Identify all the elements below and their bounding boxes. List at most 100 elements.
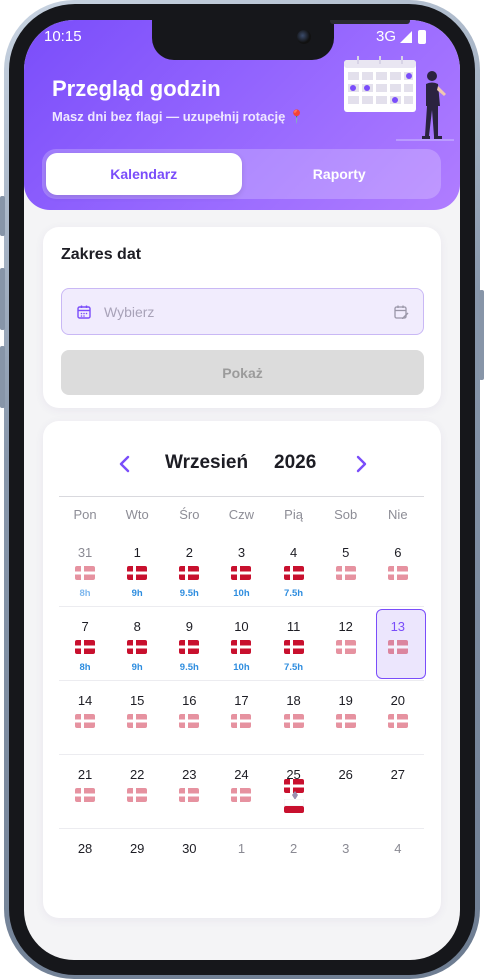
day-hours: 7.5h xyxy=(284,662,304,673)
calendar-day-cell[interactable]: 4 xyxy=(372,829,424,903)
calendar-day-cell[interactable]: 4 7.5h xyxy=(268,533,320,607)
calendar-day-cell[interactable]: 3 xyxy=(320,829,372,903)
calendar-day-cell[interactable]: 13 xyxy=(372,607,426,681)
power-button xyxy=(479,290,484,380)
calendar-week-row: 7 8h 8 9h 9 9.5h 10 10h 11 7.5h 12 13 xyxy=(59,607,426,681)
denmark-flag-icon xyxy=(283,640,304,654)
calendar-day-cell[interactable]: 28 xyxy=(59,829,111,903)
month-navigation: Wrzesień 2026 xyxy=(43,449,441,479)
page-subtitle: Masz dni bez flagi — uzupełnij rotację 📍 xyxy=(52,109,306,124)
calendar-day-cell[interactable]: 25 xyxy=(268,755,320,829)
weekday-header: Pon Wto Śro Czw Pią Sob Nie xyxy=(59,507,424,525)
denmark-flag-icon xyxy=(75,788,95,802)
calendar-day-cell[interactable]: 8 9h xyxy=(111,607,163,681)
denmark-flag-icon xyxy=(179,640,200,654)
weekday-label: Śro xyxy=(179,507,200,522)
day-number: 4 xyxy=(394,841,402,856)
calendar-day-cell[interactable]: 14 xyxy=(59,681,111,755)
day-number: 23 xyxy=(182,767,197,782)
calendar-day-cell[interactable]: 5 xyxy=(320,533,372,607)
calendar-day-cell[interactable]: 11 7.5h xyxy=(268,607,320,681)
calendar-day-cell[interactable]: 27 xyxy=(372,755,424,829)
day-number: 26 xyxy=(338,767,353,782)
calendar-day-cell[interactable]: 6 xyxy=(372,533,424,607)
calendar-week-row: 31 8h 1 9h 2 9.5h 3 10h 4 7.5h 5 6 xyxy=(59,533,424,607)
day-number: 8 xyxy=(133,619,141,634)
calendar-day-cell[interactable]: 21 xyxy=(59,755,111,829)
day-number: 5 xyxy=(342,545,350,560)
day-number: 2 xyxy=(289,841,298,856)
calendar-day-cell[interactable]: 16 xyxy=(163,681,215,755)
calendar-day-cell[interactable]: 31 8h xyxy=(59,533,111,607)
calendar-day-cell[interactable]: 22 xyxy=(111,755,163,829)
calendar-day-cell[interactable]: 23 xyxy=(163,755,215,829)
denmark-flag-icon xyxy=(127,640,148,654)
day-number: 28 xyxy=(77,841,93,856)
date-range-placeholder: Wybierz xyxy=(104,304,155,320)
signal-icon xyxy=(400,30,412,43)
calendar-day-cell[interactable]: 9 9.5h xyxy=(163,607,215,681)
day-number: 14 xyxy=(77,693,93,708)
calendar-week-row: 14 15 16 17 18 19 20 xyxy=(59,681,424,755)
calendar-week-row: 28 29 30 1 2 3 4 xyxy=(59,829,424,903)
calendar-week-row: 21 22 23 24 25 26 27 xyxy=(59,755,424,829)
calendar-day-cell[interactable]: 1 xyxy=(215,829,267,903)
calendar-day-cell[interactable]: 30 xyxy=(163,829,215,903)
status-indicators: 3G xyxy=(376,28,426,45)
day-hours: 9h xyxy=(131,588,143,599)
calendar-day-cell[interactable]: 2 xyxy=(268,829,320,903)
calendar-day-cell[interactable]: 19 xyxy=(320,681,372,755)
denmark-flag-icon xyxy=(335,566,356,580)
day-number: 22 xyxy=(129,767,145,782)
calendar-icon xyxy=(77,305,91,319)
calendar-day-cell[interactable]: 26 xyxy=(320,755,372,829)
day-number: 10 xyxy=(234,619,249,634)
calendar-day-cell[interactable]: 15 xyxy=(111,681,163,755)
day-number: 4 xyxy=(289,545,298,560)
day-number: 15 xyxy=(129,693,145,708)
network-label: 3G xyxy=(375,28,396,45)
calendar-day-cell[interactable]: 12 xyxy=(320,607,372,681)
calendar-day-cell[interactable]: 17 xyxy=(215,681,267,755)
date-range-field[interactable]: Wybierz xyxy=(61,288,424,335)
show-button[interactable]: Pokaż xyxy=(61,350,424,395)
calendar-day-cell[interactable]: 10 10h xyxy=(215,607,267,681)
denmark-flag-icon xyxy=(283,714,304,728)
denmark-flag-icon xyxy=(231,566,252,580)
denmark-flag-icon xyxy=(179,788,200,802)
calendar-day-cell[interactable]: 7 8h xyxy=(59,607,111,681)
calendar-day-cell[interactable]: 24 xyxy=(215,755,267,829)
month-label: Wrzesień xyxy=(165,452,249,473)
calendar-day-cell[interactable]: 3 10h xyxy=(215,533,267,607)
date-range-title: Zakres dat xyxy=(61,246,142,263)
camera-icon xyxy=(297,30,311,44)
calendar-day-cell[interactable]: 20 xyxy=(372,681,424,755)
app-header: 10:15 3G Przegląd godzin Masz dni bez fl… xyxy=(24,20,460,210)
tab-calendar[interactable]: Kalendarz xyxy=(46,153,242,195)
battery-icon xyxy=(418,29,426,44)
day-number: 1 xyxy=(133,545,141,560)
page-title: Przegląd godzin xyxy=(52,76,221,101)
day-number: 16 xyxy=(182,693,197,708)
day-hours: 7.5h xyxy=(284,588,304,599)
chevron-right-icon[interactable] xyxy=(351,452,371,476)
status-time: 10:15 xyxy=(44,28,82,45)
volume-down-button xyxy=(0,346,5,408)
calendar-day-cell[interactable]: 18 xyxy=(268,681,320,755)
day-hours: 10h xyxy=(233,588,250,599)
calendar-day-cell[interactable]: 1 9h xyxy=(111,533,163,607)
chevron-left-icon[interactable] xyxy=(115,452,135,476)
calendar-day-cell[interactable]: 29 xyxy=(111,829,163,903)
weekday-label: Sob xyxy=(334,507,358,522)
weekday-label: Wto xyxy=(125,507,149,522)
day-number: 11 xyxy=(286,619,301,634)
tab-reports[interactable]: Raporty xyxy=(242,153,438,195)
calendar-person-illustration xyxy=(344,56,454,141)
day-number: 31 xyxy=(77,545,93,560)
denmark-flag-icon xyxy=(387,566,408,580)
mute-switch xyxy=(0,196,5,236)
day-hours: 9.5h xyxy=(179,662,199,673)
day-number: 1 xyxy=(237,841,246,856)
calendar-day-cell[interactable]: 2 9.5h xyxy=(163,533,215,607)
weekday-label: Pią xyxy=(284,507,303,522)
